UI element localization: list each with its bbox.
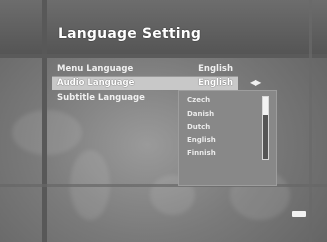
frame-divider-vertical [309,0,312,242]
setting-row-audio-language[interactable]: Audio Language English [52,77,238,90]
dropdown-option[interactable]: Dutch [187,123,210,131]
frame-divider-horizontal [0,184,327,187]
setting-label: Menu Language [57,64,134,74]
frame-divider-horizontal [0,54,327,58]
ok-button[interactable] [292,211,306,217]
setting-label: Audio Language [57,78,135,88]
setting-value: English [198,64,233,74]
dropdown-option[interactable]: Danish [187,110,214,118]
frame-divider-vertical [42,0,47,242]
dropdown-option[interactable]: Finnish [187,149,216,157]
setting-row-menu-language[interactable]: Menu Language English [52,63,238,76]
setting-value: English [198,78,233,88]
world-map-shape [12,110,82,155]
setting-label: Subtitle Language [57,93,145,103]
dropdown-option[interactable]: Czech [187,96,210,104]
tv-screen: Language Setting Menu Language English A… [0,0,327,242]
dropdown-scrollbar[interactable] [262,96,269,160]
dropdown-option[interactable]: English [187,136,216,144]
scrollbar-thumb[interactable] [263,97,268,115]
page-title: Language Setting [58,26,202,42]
left-right-arrows-icon: ◀▶ [250,78,261,87]
